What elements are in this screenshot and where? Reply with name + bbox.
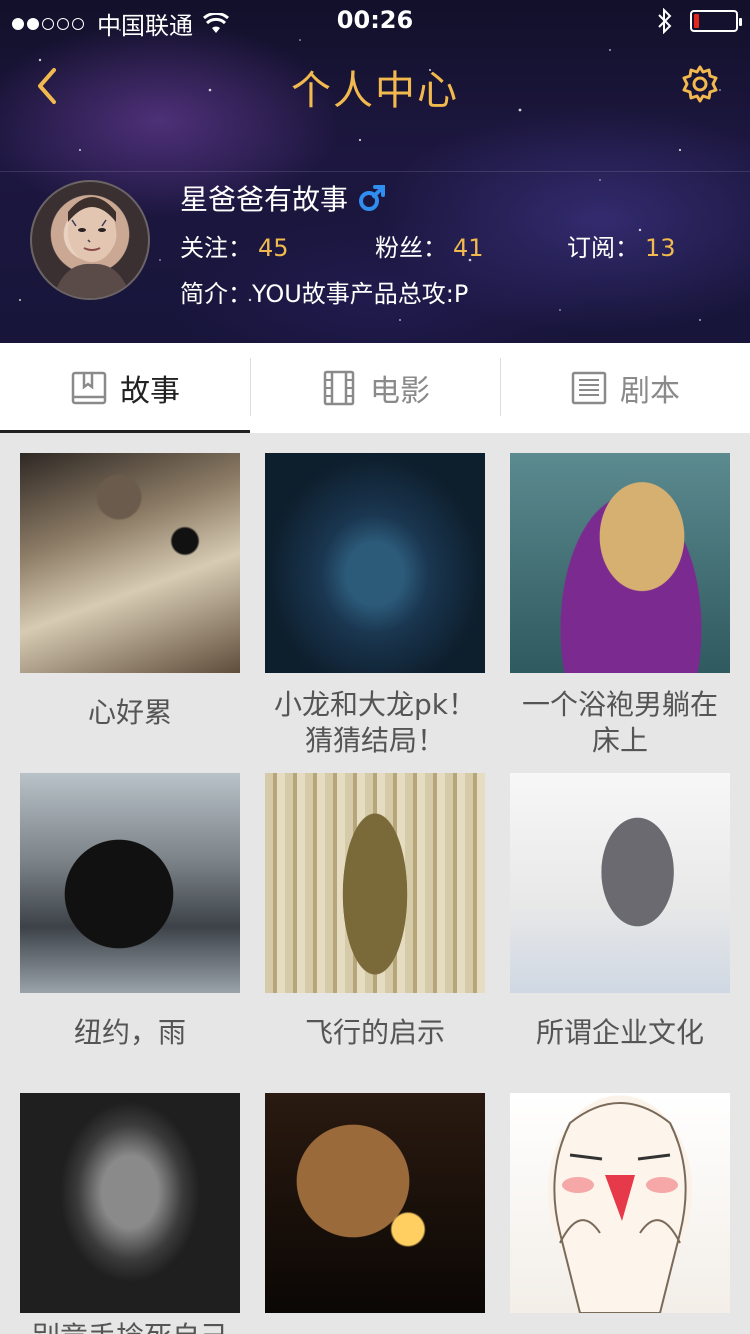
content-tabs: 故事 电影 剧本	[0, 343, 750, 433]
profile-stats: 关注： 45 粉丝： 41 订阅： 13	[180, 228, 720, 264]
story-card[interactable]: 小龙和大龙pk！猜猜结局！	[265, 453, 485, 759]
avatar-portrait	[53, 197, 131, 298]
story-thumbnail[interactable]	[510, 773, 730, 993]
story-card[interactable]: 纽约，雨	[20, 773, 240, 1051]
stat-subscriptions[interactable]: 订阅： 13	[567, 228, 676, 263]
profile-bio: 简介：YOU故事产品总攻:P	[180, 274, 468, 309]
nav-bar: 个人中心	[0, 44, 750, 172]
story-card[interactable]	[265, 1093, 485, 1327]
story-thumbnail[interactable]	[510, 1093, 730, 1313]
story-title: 别竟手捻死自己	[20, 1319, 240, 1334]
stat-value: 41	[453, 234, 484, 262]
bluetooth-icon	[658, 8, 672, 34]
profile-header: 中国联通 00:26 个人中心 星爸爸有故事 关注： 45 粉丝： 41 订阅：…	[0, 0, 750, 343]
tab-label: 故事	[120, 374, 180, 409]
story-thumbnail[interactable]	[20, 1093, 240, 1313]
tab-label: 剧本	[620, 374, 680, 409]
profile-info: 星爸爸有故事 关注： 45 粉丝： 41 订阅： 13 简介：YOU故事产品总攻:P	[0, 170, 750, 320]
story-card[interactable]	[510, 1093, 730, 1327]
story-thumbnail[interactable]	[265, 773, 485, 993]
story-thumbnail[interactable]	[265, 453, 485, 673]
story-title: 小龙和大龙pk！猜猜结局！	[274, 688, 476, 757]
status-time: 00:26	[336, 6, 414, 34]
story-card[interactable]: 一个浴袍男躺在床上	[510, 453, 730, 759]
page-title: 个人中心	[291, 68, 459, 114]
battery-level-fill	[694, 14, 699, 28]
story-card[interactable]: 飞行的启示	[265, 773, 485, 1051]
tab-stories[interactable]: 故事	[0, 343, 250, 433]
cartoon-face-illustration	[553, 1102, 687, 1313]
story-card[interactable]: 别竟手捻死自己	[20, 1093, 240, 1334]
stat-following[interactable]: 关注： 45	[180, 228, 289, 263]
story-card[interactable]: 心好累	[20, 453, 240, 731]
stat-label: 订阅：	[567, 234, 639, 262]
gear-icon[interactable]	[680, 64, 720, 104]
stat-followers[interactable]: 粉丝： 41	[375, 228, 484, 263]
story-title: 心好累	[87, 696, 172, 729]
status-bar: 中国联通 00:26	[0, 0, 750, 40]
tab-label: 电影	[370, 374, 430, 409]
stat-label: 关注：	[180, 234, 252, 262]
tab-movies[interactable]: 电影	[250, 343, 500, 433]
book-icon	[71, 371, 107, 405]
bio-text: YOU故事产品总攻:P	[252, 280, 469, 308]
stat-label: 粉丝：	[375, 234, 447, 262]
story-title: 一个浴袍男躺在床上	[521, 688, 718, 757]
story-grid: 心好累 小龙和大龙pk！猜猜结局！ 一个浴袍男躺在床上 纽约，雨 飞行的启示 所…	[0, 433, 750, 1334]
battery-icon	[690, 10, 742, 32]
tab-scripts[interactable]: 剧本	[500, 343, 750, 433]
bio-label: 简介：	[180, 280, 252, 308]
script-icon	[571, 371, 607, 405]
story-card[interactable]: 所谓企业文化	[510, 773, 730, 1051]
male-icon	[359, 185, 386, 211]
stat-value: 45	[258, 234, 289, 262]
story-title: 飞行的启示	[304, 1016, 445, 1049]
story-thumbnail[interactable]	[20, 453, 240, 673]
story-thumbnail[interactable]	[20, 773, 240, 993]
story-thumbnail[interactable]	[510, 453, 730, 673]
stat-value: 13	[645, 234, 676, 262]
story-thumbnail[interactable]	[265, 1093, 485, 1313]
story-title: 纽约，雨	[73, 1016, 186, 1049]
avatar[interactable]	[30, 180, 150, 300]
film-icon	[323, 370, 355, 406]
username: 星爸爸有故事	[180, 178, 386, 218]
story-title: 所谓企业文化	[535, 1016, 704, 1049]
username-text: 星爸爸有故事	[180, 183, 349, 216]
